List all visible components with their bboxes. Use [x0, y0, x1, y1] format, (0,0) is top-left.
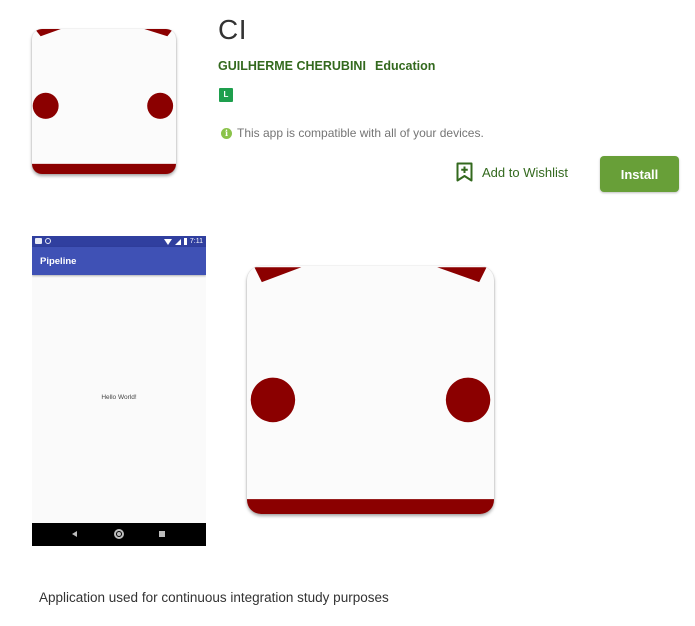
signal-icon [174, 238, 181, 245]
notification-icon [35, 238, 42, 244]
wifi-icon [163, 238, 172, 245]
add-to-wishlist-button[interactable]: Add to Wishlist [456, 162, 568, 182]
hello-text: Hello World! [101, 394, 137, 401]
dice-icon [32, 29, 176, 174]
dice-icon [247, 267, 494, 514]
wishlist-label: Add to Wishlist [482, 164, 568, 180]
app-title: CI [218, 14, 247, 45]
compatibility-text: This app is compatible with all of your … [237, 126, 484, 140]
toolbar: Pipeline [32, 247, 206, 275]
recents-icon [159, 531, 165, 537]
bookmark-add-icon [456, 162, 473, 182]
home-icon [114, 529, 124, 539]
compatibility-notice: i This app is compatible with all of you… [221, 126, 484, 140]
developer-link[interactable]: GUILHERME CHERUBINI [218, 59, 366, 73]
status-time: 7:11 [189, 238, 203, 245]
navigation-bar [32, 523, 206, 546]
toolbar-title: Pipeline [40, 256, 77, 267]
category-link[interactable]: Education [375, 59, 435, 73]
status-bar: 7:11 [32, 236, 206, 247]
battery-icon [183, 238, 187, 245]
info-icon: i [221, 127, 232, 139]
content-rating-badge: L [219, 88, 233, 102]
app-description: Application used for continuous integrat… [39, 590, 389, 605]
back-icon [72, 531, 77, 537]
app-icon [32, 29, 176, 174]
app-screenshot[interactable]: 7:11 Pipeline Hello World! [32, 236, 206, 546]
icon-screenshot[interactable] [247, 266, 494, 514]
sync-icon [45, 238, 51, 244]
install-button[interactable]: Install [600, 156, 679, 192]
